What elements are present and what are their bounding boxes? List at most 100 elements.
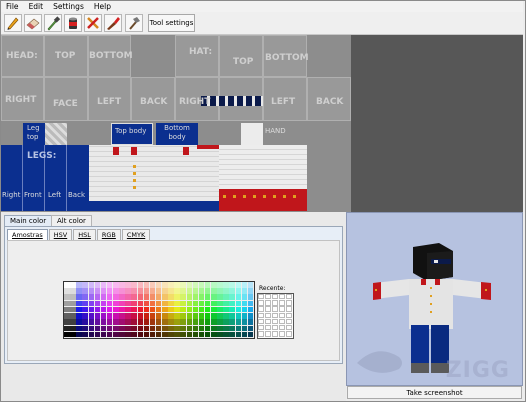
color-swatch[interactable] [174, 313, 180, 319]
color-swatch[interactable] [211, 319, 217, 325]
recent-swatch[interactable] [258, 325, 264, 331]
color-swatch[interactable] [149, 294, 156, 301]
color-swatch[interactable] [143, 313, 150, 319]
color-swatch[interactable] [113, 325, 119, 332]
leg-bottom-cell[interactable] [45, 123, 67, 145]
color-swatch[interactable] [198, 319, 205, 325]
color-swatch[interactable] [229, 319, 235, 325]
color-swatch[interactable] [106, 288, 113, 294]
recent-swatch[interactable] [265, 312, 271, 318]
color-swatch[interactable] [192, 282, 199, 288]
recent-swatch[interactable] [258, 331, 264, 337]
color-swatch[interactable] [235, 294, 242, 301]
color-swatch[interactable] [100, 313, 107, 319]
color-swatch[interactable] [131, 313, 137, 319]
color-swatch[interactable] [211, 306, 217, 313]
color-swatch[interactable] [229, 294, 235, 301]
color-swatch[interactable] [76, 331, 82, 338]
color-swatch[interactable] [235, 306, 242, 313]
color-swatch[interactable] [247, 313, 254, 319]
color-swatch[interactable] [125, 331, 131, 338]
color-swatch[interactable] [198, 288, 205, 294]
color-swatch[interactable] [88, 313, 95, 319]
color-swatch[interactable] [198, 313, 205, 319]
color-swatch[interactable] [149, 300, 156, 307]
color-swatch[interactable] [137, 282, 144, 288]
color-swatch[interactable] [241, 294, 248, 301]
color-swatch[interactable] [143, 306, 150, 313]
color-swatch[interactable] [162, 331, 168, 338]
menu-edit[interactable]: Edit [24, 1, 49, 12]
color-swatch[interactable] [131, 325, 137, 332]
tool-settings-button[interactable]: Tool settings [148, 14, 195, 32]
color-swatch[interactable] [235, 331, 242, 338]
color-swatch[interactable] [125, 300, 131, 307]
color-swatch[interactable] [204, 331, 211, 338]
color-swatch[interactable] [192, 325, 199, 332]
color-swatch[interactable] [229, 331, 235, 338]
color-swatch[interactable] [119, 288, 125, 294]
color-swatch[interactable] [241, 288, 248, 294]
color-swatch[interactable] [64, 306, 70, 313]
recent-swatch[interactable] [272, 325, 278, 331]
color-swatch[interactable] [217, 319, 223, 325]
color-swatch[interactable] [125, 294, 131, 301]
recent-swatch[interactable] [279, 312, 285, 318]
color-swatch[interactable] [119, 306, 125, 313]
color-swatch[interactable] [168, 282, 174, 288]
color-swatch[interactable] [211, 294, 217, 301]
skin-texture-canvas[interactable]: HEAD: TOP BOTTOM HAT: TOP BOTTOM RIGHT F… [1, 35, 351, 212]
color-swatch[interactable] [64, 331, 70, 338]
recent-swatch[interactable] [286, 300, 292, 306]
color-swatch[interactable] [192, 319, 199, 325]
color-swatch[interactable] [106, 282, 113, 288]
color-swatch[interactable] [168, 319, 174, 325]
color-swatch[interactable] [88, 294, 95, 301]
color-swatch[interactable] [94, 325, 101, 332]
color-swatch[interactable] [162, 294, 168, 301]
color-swatch[interactable] [76, 325, 82, 332]
color-swatch[interactable] [76, 306, 82, 313]
color-swatch[interactable] [192, 306, 199, 313]
color-swatch[interactable] [174, 288, 180, 294]
color-swatch[interactable] [137, 288, 144, 294]
recent-swatch[interactable] [279, 318, 285, 325]
color-swatch[interactable] [113, 331, 119, 338]
recent-swatch[interactable] [272, 318, 278, 325]
color-swatch[interactable] [186, 300, 193, 307]
color-swatch[interactable] [223, 313, 229, 319]
recent-swatch[interactable] [258, 318, 264, 325]
color-swatch[interactable] [198, 282, 205, 288]
recent-swatch[interactable] [279, 331, 285, 337]
color-swatch[interactable] [125, 313, 131, 319]
color-swatch[interactable] [64, 282, 70, 288]
color-swatch[interactable] [64, 300, 70, 307]
skin-preview[interactable]: ZIGG [346, 212, 523, 386]
recent-swatch[interactable] [286, 331, 292, 337]
color-swatch[interactable] [211, 331, 217, 338]
color-swatch[interactable] [94, 294, 101, 301]
color-swatch[interactable] [131, 331, 137, 338]
color-swatch[interactable] [106, 331, 113, 338]
recent-swatch[interactable] [265, 318, 271, 325]
recent-swatch[interactable] [265, 325, 271, 331]
color-swatch[interactable] [119, 331, 125, 338]
color-swatch[interactable] [70, 325, 76, 332]
color-swatch[interactable] [247, 294, 254, 301]
color-swatch[interactable] [174, 282, 180, 288]
color-swatch[interactable] [149, 325, 156, 332]
recent-swatch[interactable] [265, 300, 271, 306]
hammer-tool-button[interactable] [125, 14, 143, 32]
recent-swatch[interactable] [258, 306, 264, 312]
color-swatch[interactable] [82, 313, 88, 319]
color-swatch[interactable] [162, 306, 168, 313]
color-swatch[interactable] [155, 331, 162, 338]
color-swatch[interactable] [119, 325, 125, 332]
recent-swatch[interactable] [265, 294, 271, 300]
color-swatch[interactable] [137, 306, 144, 313]
color-swatch[interactable] [162, 325, 168, 332]
color-swatch[interactable] [241, 325, 248, 332]
color-swatch[interactable] [223, 282, 229, 288]
color-swatch[interactable] [198, 306, 205, 313]
color-swatch[interactable] [174, 294, 180, 301]
